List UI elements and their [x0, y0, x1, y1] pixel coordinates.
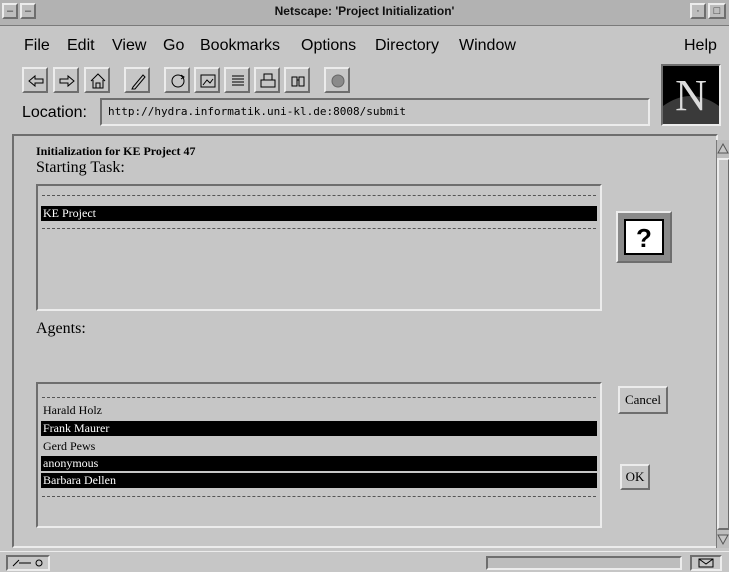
- menu-directory[interactable]: Directory: [375, 36, 439, 56]
- images-button[interactable]: [194, 67, 220, 93]
- menu-edit[interactable]: Edit: [67, 36, 95, 56]
- stop-icon: [331, 74, 345, 88]
- cancel-button[interactable]: Cancel: [618, 386, 668, 414]
- scroll-thumb[interactable]: [717, 158, 729, 530]
- open-button[interactable]: [224, 67, 250, 93]
- location-input[interactable]: http://hydra.informatik.uni-kl.de:8008/s…: [100, 98, 650, 126]
- print-button[interactable]: [254, 67, 280, 93]
- task-listbox[interactable]: KE Project: [36, 184, 602, 311]
- agents-listbox[interactable]: Harald Holz Frank Maurer Gerd Pews anony…: [36, 382, 602, 528]
- list-separator: [42, 228, 596, 229]
- window-title: Netscape: 'Project Initialization': [274, 4, 455, 18]
- task-item-ke-project[interactable]: KE Project: [41, 206, 597, 221]
- page-content: Initialization for KE Project 47 Startin…: [12, 134, 718, 548]
- list-separator: [42, 496, 596, 497]
- location-label: Location:: [22, 104, 87, 121]
- menu-options[interactable]: Options: [301, 36, 356, 56]
- agent-item-frank-maurer[interactable]: Frank Maurer: [41, 421, 597, 436]
- open-icon: [232, 75, 244, 86]
- starting-task-label: Starting Task:: [36, 159, 125, 176]
- window-iconify-button[interactable]: ·: [690, 3, 706, 19]
- home-icon: [90, 73, 106, 89]
- scroll-up-icon[interactable]: [717, 142, 729, 156]
- home-button[interactable]: [84, 67, 110, 93]
- menu-help[interactable]: Help: [684, 36, 717, 56]
- forward-button[interactable]: [53, 67, 79, 93]
- reload-icon: [171, 74, 185, 88]
- agents-label: Agents:: [36, 320, 86, 337]
- logo-letter: N: [675, 71, 707, 120]
- forward-icon: [59, 74, 75, 88]
- menu-window[interactable]: Window: [459, 36, 516, 56]
- images-icon: [200, 74, 216, 88]
- question-mark-icon: ?: [624, 219, 664, 255]
- menu-go[interactable]: Go: [163, 36, 184, 56]
- reload-button[interactable]: [164, 67, 190, 93]
- agent-item-barbara-dellen[interactable]: Barbara Dellen: [41, 473, 597, 488]
- edit-button[interactable]: [124, 67, 150, 93]
- netscape-logo[interactable]: N: [661, 64, 721, 126]
- list-separator: [42, 195, 596, 196]
- security-key-icon[interactable]: [6, 555, 50, 571]
- scroll-down-icon[interactable]: [717, 532, 729, 546]
- back-icon: [28, 74, 44, 88]
- menu-file[interactable]: File: [24, 36, 50, 56]
- page-heading: Initialization for KE Project 47: [36, 144, 196, 158]
- back-button[interactable]: [22, 67, 48, 93]
- find-button[interactable]: [284, 67, 310, 93]
- netscape-n-icon: N: [663, 66, 719, 124]
- agent-item-anonymous[interactable]: anonymous: [41, 456, 597, 471]
- ok-button[interactable]: OK: [620, 464, 650, 490]
- list-separator: [42, 397, 596, 398]
- edit-icon: [131, 74, 146, 90]
- stop-button[interactable]: [324, 67, 350, 93]
- mail-icon[interactable]: [690, 555, 722, 571]
- agent-item-harald-holz[interactable]: Harald Holz: [41, 403, 597, 418]
- vertical-scrollbar[interactable]: [716, 140, 729, 548]
- find-icon: [291, 76, 305, 87]
- title-bar[interactable]: – – Netscape: 'Project Initialization' ·…: [0, 0, 729, 26]
- help-button[interactable]: ?: [616, 211, 672, 263]
- location-url: http://hydra.informatik.uni-kl.de:8008/s…: [108, 105, 407, 118]
- agent-item-gerd-pews[interactable]: Gerd Pews: [41, 439, 597, 454]
- progress-bar: [486, 556, 682, 570]
- window-maximize-button[interactable]: □: [708, 3, 726, 19]
- menu-bar: File Edit View Go Bookmarks Options Dire…: [0, 27, 729, 59]
- menu-view[interactable]: View: [112, 36, 146, 56]
- print-icon: [260, 73, 276, 88]
- status-bar: [0, 551, 729, 572]
- menu-bookmarks[interactable]: Bookmarks: [200, 36, 280, 56]
